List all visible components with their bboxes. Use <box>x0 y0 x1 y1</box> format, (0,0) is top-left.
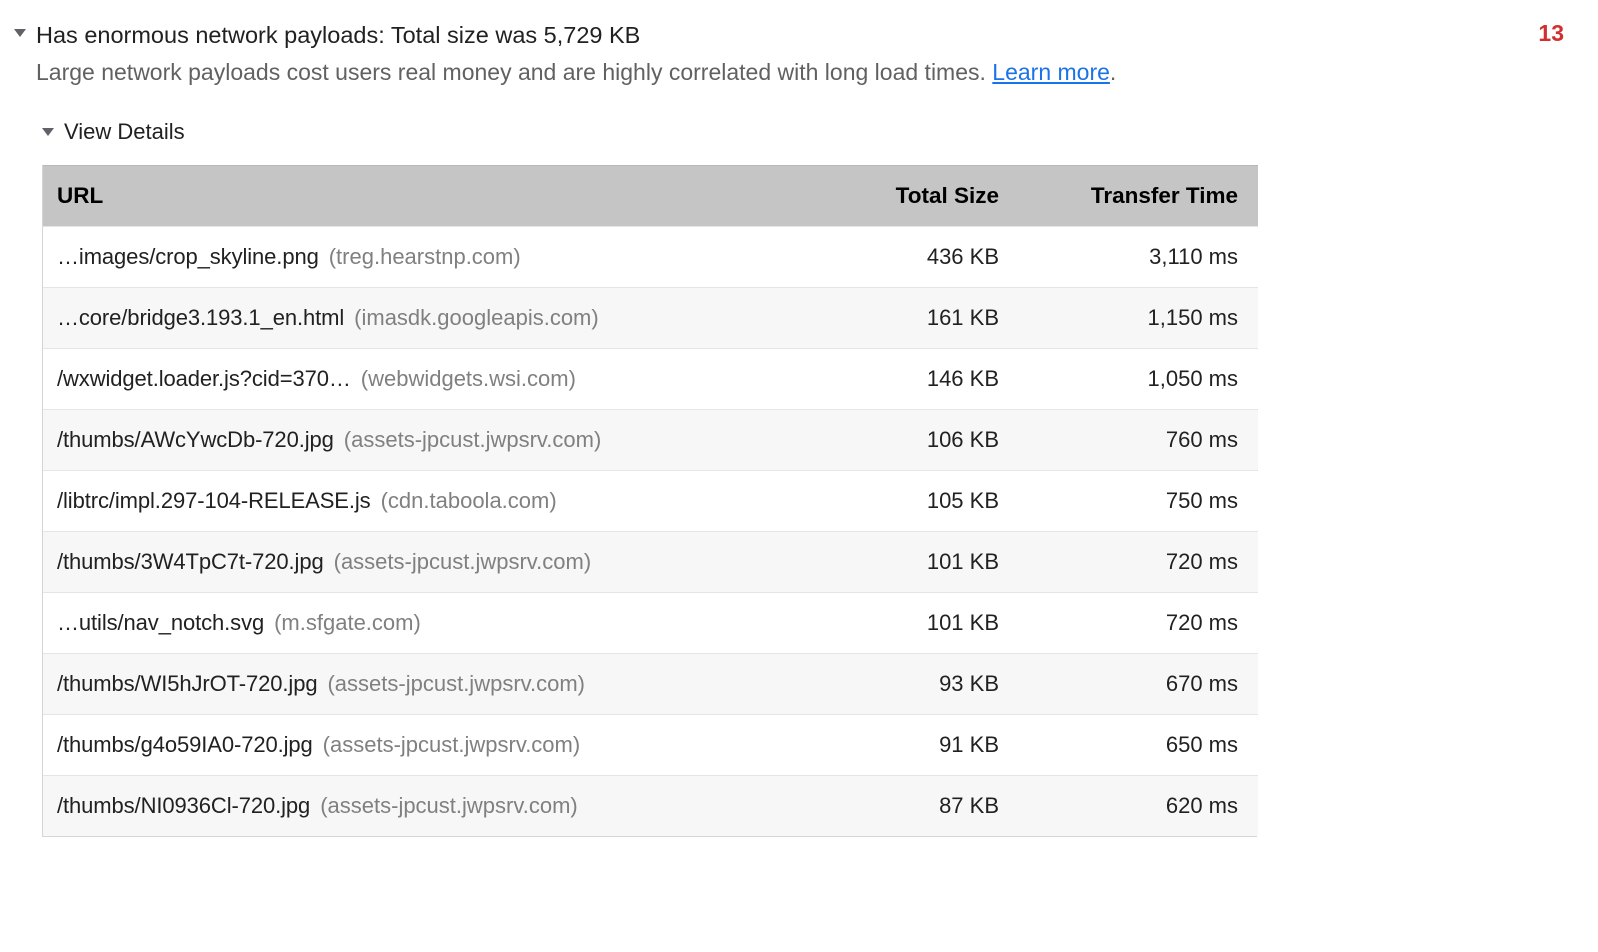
table-row: …core/bridge3.193.1_en.html (imasdk.googl… <box>43 288 1258 349</box>
audit-body: Has enormous network payloads: Total siz… <box>36 20 1568 837</box>
audit-header: Has enormous network payloads: Total siz… <box>36 20 1568 51</box>
table-row: …images/crop_skyline.png (treg.hearstnp.c… <box>43 227 1258 288</box>
resource-path: /thumbs/g4o59IA0-720.jpg <box>57 732 313 757</box>
cell-transfer-time: 720 ms <box>1013 593 1258 654</box>
table-row: …utils/nav_notch.svg (m.sfgate.com) 101 KB… <box>43 593 1258 654</box>
cell-total-size: 101 KB <box>813 593 1013 654</box>
cell-total-size: 106 KB <box>813 410 1013 471</box>
cell-url: /thumbs/g4o59IA0-720.jpg (assets-jpcust.j… <box>43 715 813 776</box>
resource-origin: (assets-jpcust.jwpsrv.com) <box>320 793 578 818</box>
table-row: /thumbs/WI5hJrOT-720.jpg (assets-jpcust.j… <box>43 654 1258 715</box>
resource-path: /thumbs/WI5hJrOT-720.jpg <box>57 671 317 696</box>
resource-origin: (assets-jpcust.jwpsrv.com) <box>344 427 602 452</box>
cell-url: …images/crop_skyline.png (treg.hearstnp.c… <box>43 227 813 288</box>
table-row: /libtrc/impl.297-104-RELEASE.js (cdn.tabo… <box>43 471 1258 532</box>
table-row: /wxwidget.loader.js?cid=370… (webwidgets.… <box>43 349 1258 410</box>
cell-total-size: 91 KB <box>813 715 1013 776</box>
resource-path: …utils/nav_notch.svg <box>57 610 264 635</box>
resource-path: /thumbs/NI0936Cl-720.jpg <box>57 793 310 818</box>
cell-total-size: 161 KB <box>813 288 1013 349</box>
cell-transfer-time: 620 ms <box>1013 776 1258 837</box>
column-header-url: URL <box>43 166 813 227</box>
details-block: View Details URL Total Size Transfer Tim… <box>42 119 1568 837</box>
resource-origin: (m.sfgate.com) <box>274 610 421 635</box>
cell-transfer-time: 3,110 ms <box>1013 227 1258 288</box>
table-row: /thumbs/AWcYwcDb-720.jpg (assets-jpcust.j… <box>43 410 1258 471</box>
resource-origin: (imasdk.googleapis.com) <box>354 305 599 330</box>
resource-path: /thumbs/AWcYwcDb-720.jpg <box>57 427 334 452</box>
audit-item: Has enormous network payloads: Total siz… <box>14 20 1568 837</box>
cell-transfer-time: 670 ms <box>1013 654 1258 715</box>
cell-url: /wxwidget.loader.js?cid=370… (webwidgets.… <box>43 349 813 410</box>
expand-icon[interactable] <box>14 29 26 37</box>
resource-origin: (assets-jpcust.jwpsrv.com) <box>323 732 581 757</box>
cell-transfer-time: 650 ms <box>1013 715 1258 776</box>
cell-url: …core/bridge3.193.1_en.html (imasdk.googl… <box>43 288 813 349</box>
cell-total-size: 101 KB <box>813 532 1013 593</box>
chevron-down-icon <box>42 128 54 136</box>
table-row: /thumbs/NI0936Cl-720.jpg (assets-jpcust.j… <box>43 776 1258 837</box>
audit-score: 13 <box>1538 20 1568 47</box>
resource-path: …core/bridge3.193.1_en.html <box>57 305 344 330</box>
table-row: /thumbs/3W4TpC7t-720.jpg (assets-jpcust.j… <box>43 532 1258 593</box>
resource-origin: (treg.hearstnp.com) <box>329 244 521 269</box>
resource-origin: (cdn.taboola.com) <box>381 488 557 513</box>
cell-total-size: 146 KB <box>813 349 1013 410</box>
resource-path: /thumbs/3W4TpC7t-720.jpg <box>57 549 324 574</box>
audit-description-period: . <box>1110 59 1116 85</box>
column-header-time: Transfer Time <box>1013 166 1258 227</box>
cell-total-size: 87 KB <box>813 776 1013 837</box>
resource-path: /libtrc/impl.297-104-RELEASE.js <box>57 488 371 513</box>
cell-transfer-time: 760 ms <box>1013 410 1258 471</box>
table-row: /thumbs/g4o59IA0-720.jpg (assets-jpcust.j… <box>43 715 1258 776</box>
cell-url: /thumbs/AWcYwcDb-720.jpg (assets-jpcust.j… <box>43 410 813 471</box>
cell-transfer-time: 1,150 ms <box>1013 288 1258 349</box>
learn-more-link[interactable]: Learn more <box>992 59 1110 85</box>
cell-total-size: 436 KB <box>813 227 1013 288</box>
table-header-row: URL Total Size Transfer Time <box>43 166 1258 227</box>
cell-transfer-time: 720 ms <box>1013 532 1258 593</box>
cell-url: /thumbs/WI5hJrOT-720.jpg (assets-jpcust.j… <box>43 654 813 715</box>
column-header-size: Total Size <box>813 166 1013 227</box>
cell-transfer-time: 750 ms <box>1013 471 1258 532</box>
resource-path: …images/crop_skyline.png <box>57 244 319 269</box>
resource-origin: (assets-jpcust.jwpsrv.com) <box>327 671 585 696</box>
audit-description-text: Large network payloads cost users real m… <box>36 59 992 85</box>
cell-url: /libtrc/impl.297-104-RELEASE.js (cdn.tabo… <box>43 471 813 532</box>
cell-total-size: 105 KB <box>813 471 1013 532</box>
details-table: URL Total Size Transfer Time …images/cro… <box>42 165 1257 837</box>
cell-url: …utils/nav_notch.svg (m.sfgate.com) <box>43 593 813 654</box>
cell-total-size: 93 KB <box>813 654 1013 715</box>
audit-title: Has enormous network payloads: Total siz… <box>36 20 1518 51</box>
resource-origin: (assets-jpcust.jwpsrv.com) <box>334 549 592 574</box>
cell-url: /thumbs/3W4TpC7t-720.jpg (assets-jpcust.j… <box>43 532 813 593</box>
view-details-toggle[interactable]: View Details <box>42 119 1568 145</box>
cell-transfer-time: 1,050 ms <box>1013 349 1258 410</box>
cell-url: /thumbs/NI0936Cl-720.jpg (assets-jpcust.j… <box>43 776 813 837</box>
resource-origin: (webwidgets.wsi.com) <box>361 366 576 391</box>
resource-path: /wxwidget.loader.js?cid=370… <box>57 366 351 391</box>
audit-description: Large network payloads cost users real m… <box>36 55 1568 90</box>
view-details-label: View Details <box>64 119 185 145</box>
